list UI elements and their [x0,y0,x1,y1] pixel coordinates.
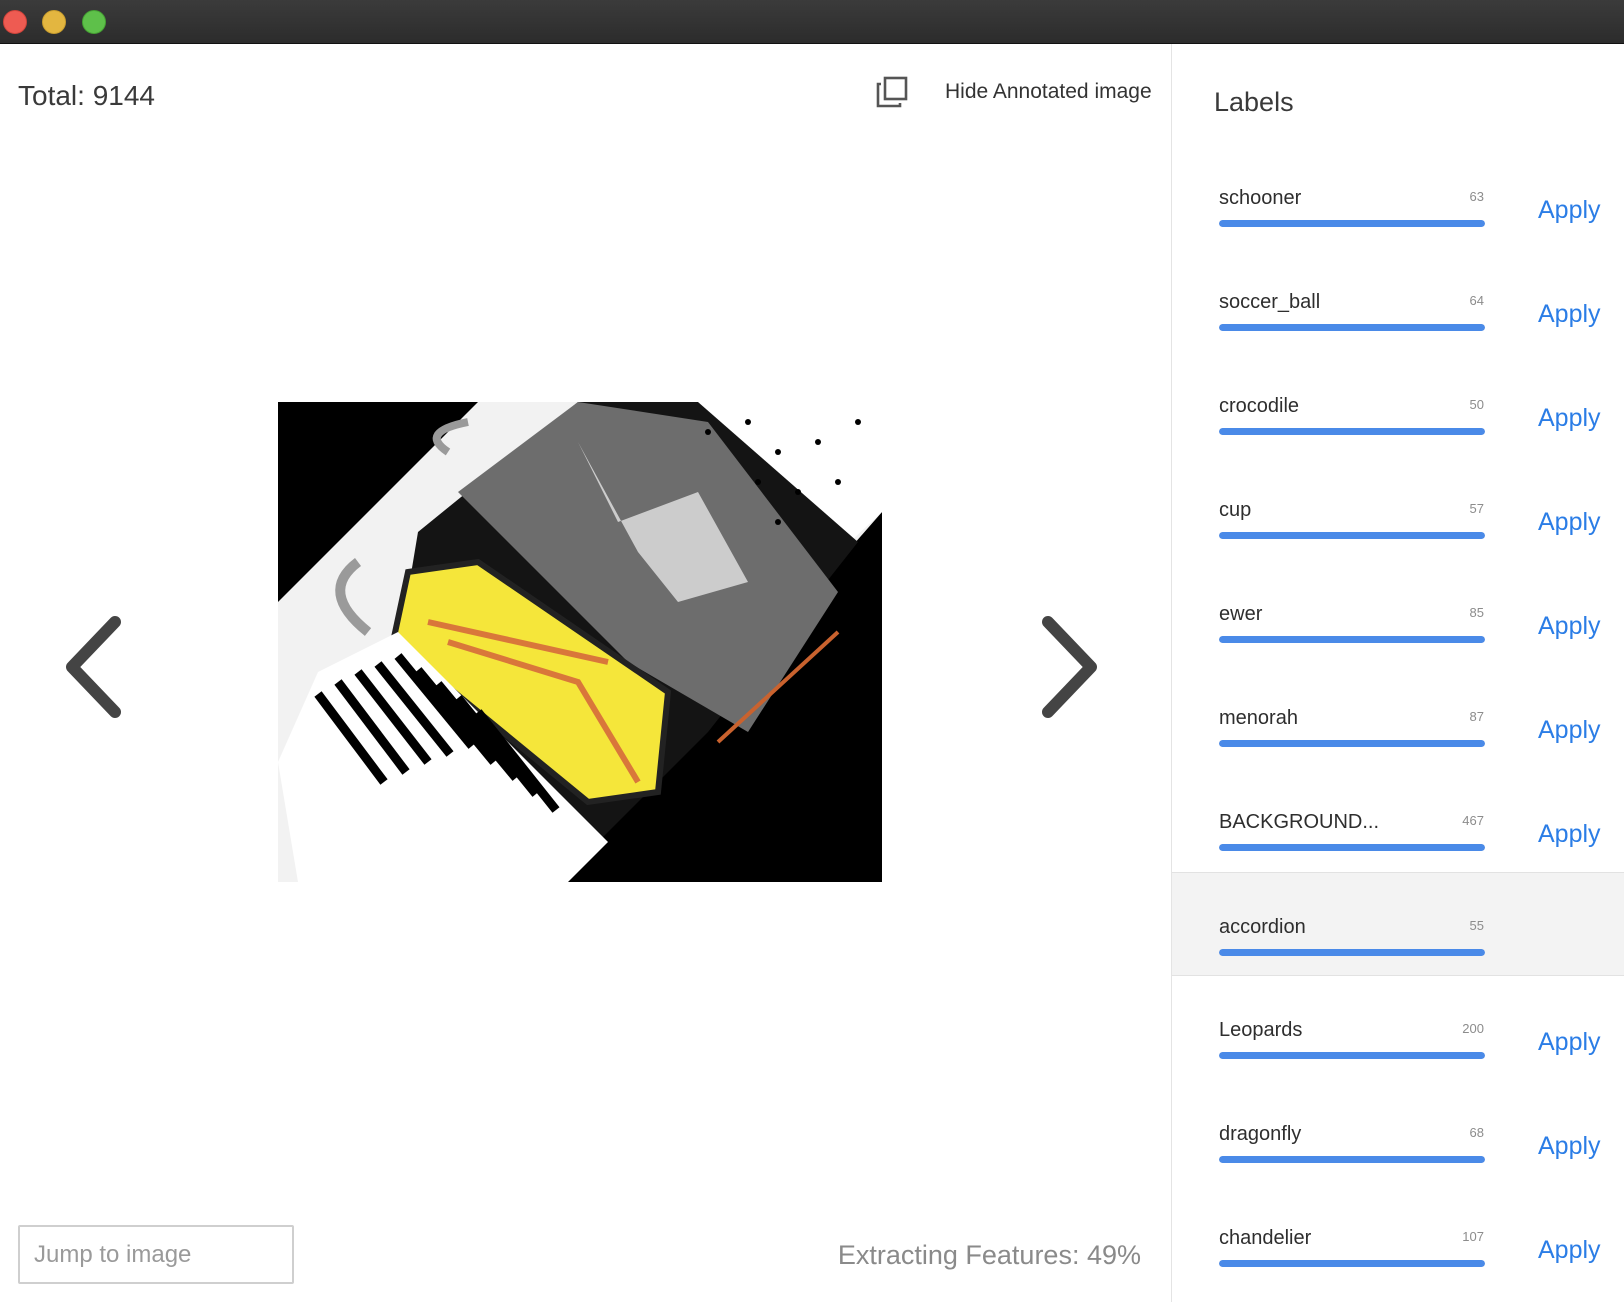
apply-button[interactable]: Apply [1538,1132,1601,1161]
label-progress-fill [1219,428,1485,435]
apply-button[interactable]: Apply [1538,716,1601,745]
label-progress-bar [1219,740,1485,747]
label-count: 55 [1469,918,1484,933]
hide-annotated-label: Hide Annotated image [945,80,1152,103]
label-row[interactable]: schooner 63 Apply [1172,144,1624,248]
label-row[interactable]: crocodile 50 Apply [1172,352,1624,456]
label-count: 50 [1469,397,1484,412]
label-row[interactable]: accordion 55 [1172,872,1624,976]
label-count: 64 [1469,293,1484,308]
label-row[interactable]: cup 57 Apply [1172,456,1624,560]
label-row[interactable]: soccer_ball 64 Apply [1172,248,1624,352]
label-row[interactable]: BACKGROUND... 467 Apply [1172,768,1624,872]
label-progress-bar [1219,949,1485,956]
extraction-status: Extracting Features: 49% [837,1240,1141,1270]
chevron-left-icon[interactable] [60,612,130,722]
apply-button[interactable]: Apply [1538,196,1601,225]
label-row[interactable]: ewer 85 Apply [1172,560,1624,664]
label-name: soccer_ball [1219,291,1321,313]
label-progress-fill [1219,1052,1485,1059]
label-count: 467 [1462,813,1484,828]
label-progress-fill [1219,220,1485,227]
total-count: Total: 9144 [18,80,155,111]
label-row[interactable]: chandelier 107 Apply [1172,1184,1624,1288]
jump-to-image-input[interactable] [18,1225,294,1284]
label-count: 85 [1469,605,1484,620]
label-name: dragonfly [1219,1123,1302,1145]
labels-title: Labels [1214,87,1294,117]
label-progress-bar [1219,324,1485,331]
apply-button[interactable]: Apply [1538,1028,1601,1057]
chevron-right-icon[interactable] [1033,612,1103,722]
label-count: 57 [1469,501,1484,516]
copy-icon [876,76,908,108]
label-progress-bar [1219,532,1485,539]
image-viewer: Total: 9144 Hide Annotated image Jump to… [0,44,1171,1302]
label-progress-fill [1219,844,1485,851]
label-count: 63 [1469,189,1484,204]
labels-sidebar: Labels schooner 63 Apply soccer_ball 64 Apply… [1171,44,1624,1302]
label-count: 200 [1462,1021,1484,1036]
close-window-button[interactable] [3,10,27,34]
apply-button[interactable]: Apply [1538,404,1601,433]
label-progress-bar [1219,1052,1485,1059]
label-progress-bar [1219,220,1485,227]
apply-button[interactable]: Apply [1538,1236,1601,1265]
window-titlebar [0,0,1624,44]
label-progress-bar [1219,428,1485,435]
apply-button[interactable]: Apply [1538,508,1601,537]
label-progress-fill [1219,949,1485,956]
label-name: BACKGROUND... [1219,811,1380,833]
label-name: menorah [1219,707,1298,729]
label-progress-fill [1219,324,1485,331]
label-progress-fill [1219,740,1485,747]
label-progress-bar [1219,844,1485,851]
label-progress-bar [1219,1260,1485,1267]
label-name: chandelier [1219,1227,1312,1249]
label-name: schooner [1219,187,1302,209]
label-progress-fill [1219,1156,1485,1163]
accordion-image [278,402,882,882]
label-row[interactable]: menorah 87 Apply [1172,664,1624,768]
label-progress-fill [1219,636,1485,643]
label-progress-bar [1219,636,1485,643]
label-progress-fill [1219,1260,1485,1267]
maximize-window-button[interactable] [82,10,106,34]
label-list: schooner 63 Apply soccer_ball 64 Apply crocodi… [1172,144,1624,1288]
label-name: ewer [1219,603,1263,625]
label-count: 87 [1469,709,1484,724]
hide-annotated-toggle[interactable]: Hide Annotated image [875,72,1152,112]
apply-button[interactable]: Apply [1538,612,1601,641]
label-row[interactable]: dragonfly 68 Apply [1172,1080,1624,1184]
label-progress-bar [1219,1156,1485,1163]
label-name: accordion [1219,916,1306,938]
label-name: Leopards [1219,1019,1303,1041]
minimize-window-button[interactable] [42,10,66,34]
current-image [278,402,882,882]
label-progress-fill [1219,532,1485,539]
label-row[interactable]: Leopards 200 Apply [1172,976,1624,1080]
label-name: cup [1219,499,1252,521]
label-count: 107 [1462,1229,1484,1244]
apply-button[interactable]: Apply [1538,300,1601,329]
label-name: crocodile [1219,395,1300,417]
label-count: 68 [1469,1125,1484,1140]
apply-button[interactable]: Apply [1538,820,1601,849]
